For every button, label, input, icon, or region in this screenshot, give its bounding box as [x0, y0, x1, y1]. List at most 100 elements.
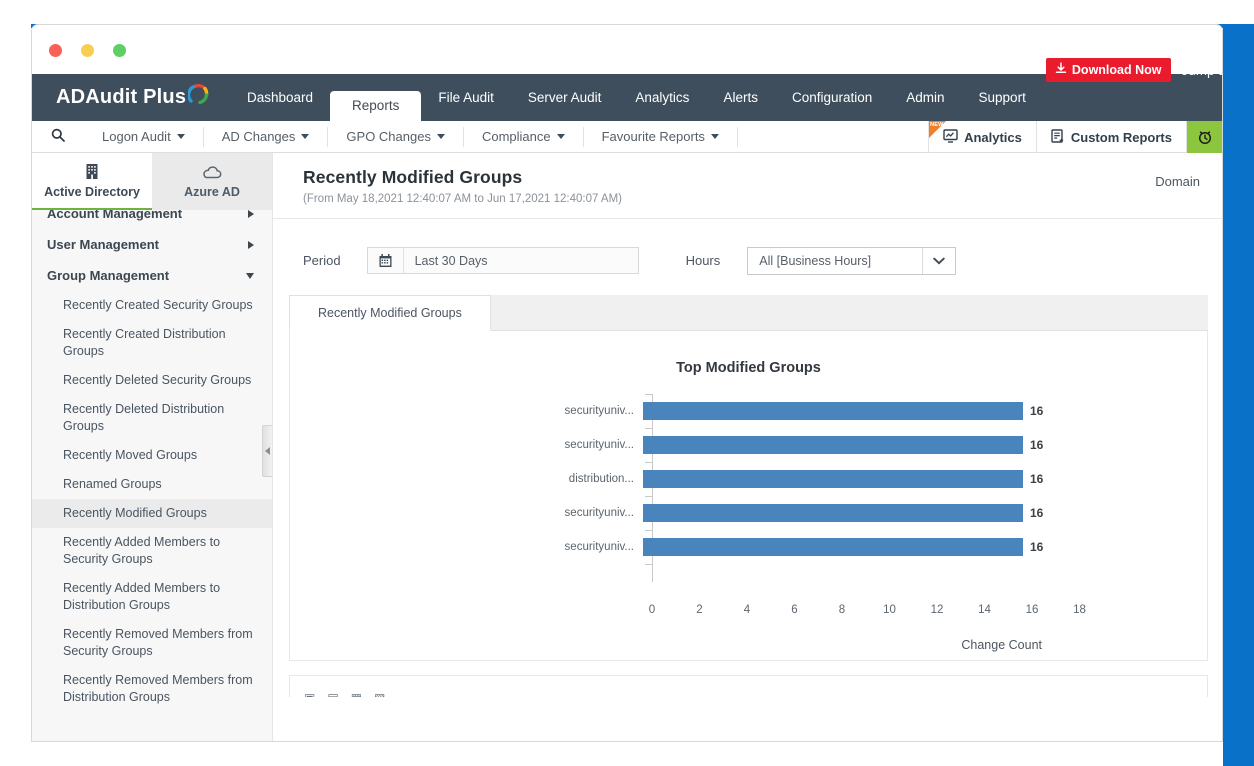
- sidebar-group-group-management-label: Group Management: [47, 268, 169, 283]
- cloud-icon: [201, 165, 223, 183]
- app-logo-text: ADAudit Plus: [56, 86, 186, 108]
- building-icon: [84, 162, 100, 183]
- nav-item-file-audit[interactable]: File Audit: [421, 74, 511, 121]
- custom-report-icon: [1051, 129, 1065, 146]
- sidebar-group-group-management[interactable]: Group Management: [32, 260, 272, 291]
- page-title: Recently Modified Groups: [303, 167, 1222, 188]
- sidebar-item-recently-moved-groups[interactable]: Recently Moved Groups: [32, 441, 272, 470]
- x-axis-tick-label: 4: [744, 604, 750, 616]
- tab-active-directory[interactable]: Active Directory: [32, 153, 152, 210]
- jump-to-link[interactable]: Jump t: [1181, 63, 1222, 78]
- chevron-down-icon: [177, 134, 185, 139]
- schedule-icon[interactable]: ▦: [351, 691, 362, 697]
- domain-selector-label[interactable]: Domain: [1155, 174, 1200, 189]
- custom-reports-button[interactable]: Custom Reports: [1036, 121, 1186, 153]
- bar[interactable]: [643, 504, 1023, 522]
- window-maximize-button[interactable]: [113, 44, 126, 57]
- nav-item-reports[interactable]: Reports: [330, 91, 421, 121]
- sidebar-item-recently-modified-groups[interactable]: Recently Modified Groups: [32, 499, 272, 528]
- bar[interactable]: [643, 402, 1023, 420]
- download-now-button[interactable]: Download Now: [1046, 58, 1172, 82]
- bar-track: 16: [643, 436, 1071, 454]
- window-close-button[interactable]: [49, 44, 62, 57]
- bar-category-label: securityuniv...: [290, 439, 643, 451]
- main-content: Recently Modified Groups (From May 18,20…: [273, 153, 1222, 742]
- sidebar-item-recently-added-members-to-security-groups[interactable]: Recently Added Members to Security Group…: [32, 528, 272, 574]
- sidebar: Active Directory Azure AD Account Manage…: [32, 153, 273, 742]
- bar-value-label: 16: [1030, 472, 1043, 486]
- tab-recently-modified-groups[interactable]: Recently Modified Groups: [289, 295, 491, 331]
- export-icon[interactable]: ▣: [304, 691, 315, 697]
- sidebar-item-renamed-groups[interactable]: Renamed Groups: [32, 470, 272, 499]
- sidebar-item-recently-created-security-groups[interactable]: Recently Created Security Groups: [32, 291, 272, 320]
- bar-value-label: 16: [1030, 540, 1043, 554]
- x-axis-tick-label: 8: [839, 604, 845, 616]
- subnav-item-gpo-changes[interactable]: GPO Changes: [328, 127, 464, 147]
- y-axis-tick: [645, 394, 652, 395]
- bar[interactable]: [643, 436, 1023, 454]
- nav-item-server-audit[interactable]: Server Audit: [511, 74, 619, 121]
- tab-azure-ad[interactable]: Azure AD: [152, 153, 272, 210]
- subnav-item-logon-audit[interactable]: Logon Audit: [84, 127, 204, 147]
- nav-item-configuration[interactable]: Configuration: [775, 74, 889, 121]
- download-icon: [1055, 62, 1067, 77]
- alarm-clock-icon[interactable]: [1186, 121, 1222, 153]
- window-minimize-button[interactable]: [81, 44, 94, 57]
- y-axis-tick: [645, 530, 652, 531]
- bar[interactable]: [643, 538, 1023, 556]
- bar-chart-plot: securityuniv... 16 securityuniv... 16: [290, 394, 1207, 604]
- period-value: Last 30 Days: [404, 248, 638, 273]
- filter-icon[interactable]: ▧: [374, 691, 385, 697]
- sidebar-item-recently-removed-members-from-distribution-groups[interactable]: Recently Removed Members from Distributi…: [32, 666, 272, 712]
- chart-panel: Top Modified Groups securityuniv... 16 s…: [289, 331, 1208, 661]
- sidebar-item-recently-removed-members-from-security-groups[interactable]: Recently Removed Members from Security G…: [32, 620, 272, 666]
- hours-select[interactable]: All [Business Hours]: [747, 247, 956, 275]
- analytics-button[interactable]: NEW Analytics: [928, 121, 1036, 153]
- nav-item-dashboard[interactable]: Dashboard: [230, 74, 330, 121]
- period-input[interactable]: Last 30 Days: [367, 247, 639, 274]
- results-pagination[interactable]: ▬▬▬: [1157, 691, 1193, 697]
- bar-row: securityuniv... 16: [290, 428, 1207, 462]
- x-axis-tick-label: 14: [978, 604, 991, 616]
- logo-swoosh-icon: [188, 83, 210, 105]
- tab-azure-ad-label: Azure AD: [184, 185, 240, 199]
- custom-reports-button-label: Custom Reports: [1071, 130, 1172, 145]
- chevron-down-icon: [301, 134, 309, 139]
- sidebar-collapse-handle[interactable]: [262, 425, 272, 477]
- chevron-down-icon[interactable]: [922, 248, 955, 274]
- hours-label: Hours: [686, 253, 721, 268]
- subnav-logon-audit-label: Logon Audit: [102, 127, 171, 147]
- sidebar-group-user-management[interactable]: User Management: [32, 229, 272, 260]
- bar-track: 16: [643, 470, 1071, 488]
- subnav-item-ad-changes[interactable]: AD Changes: [204, 127, 329, 147]
- x-axis-title: Change Count: [290, 638, 1042, 652]
- sidebar-item-recently-deleted-distribution-groups[interactable]: Recently Deleted Distribution Groups: [32, 395, 272, 441]
- subnav-item-compliance[interactable]: Compliance: [464, 127, 584, 147]
- search-icon[interactable]: [32, 128, 84, 145]
- nav-item-alerts[interactable]: Alerts: [706, 74, 775, 121]
- nav-item-support[interactable]: Support: [962, 74, 1043, 121]
- nav-item-analytics[interactable]: Analytics: [618, 74, 706, 121]
- y-axis-tick: [645, 564, 652, 565]
- print-icon[interactable]: ▤: [327, 691, 338, 697]
- nav-item-admin[interactable]: Admin: [889, 74, 961, 121]
- bar-value-label: 16: [1030, 404, 1043, 418]
- browser-window: ADAudit Plus Dashboard Reports File Audi…: [31, 24, 1223, 742]
- x-axis: 0 2 4 6 8 10 12 14 16 18: [652, 604, 1082, 634]
- chevron-right-icon: [248, 241, 254, 249]
- sidebar-item-recently-added-members-to-distribution-groups[interactable]: Recently Added Members to Distribution G…: [32, 574, 272, 620]
- chart-title: Top Modified Groups: [290, 331, 1207, 376]
- bar-track: 16: [643, 504, 1071, 522]
- results-toolbar-clipped: ▣ ▤ ▦ ▧ ▬▬▬: [289, 675, 1208, 697]
- sidebar-group-account-management[interactable]: Account Management: [32, 210, 272, 229]
- sidebar-item-recently-deleted-security-groups[interactable]: Recently Deleted Security Groups: [32, 366, 272, 395]
- hours-value: All [Business Hours]: [748, 254, 871, 268]
- sidebar-item-recently-created-distribution-groups[interactable]: Recently Created Distribution Groups: [32, 320, 272, 366]
- page-background-right: [1223, 24, 1254, 766]
- report-panel: Recently Modified Groups Top Modified Gr…: [289, 295, 1208, 661]
- app-logo[interactable]: ADAudit Plus: [32, 81, 230, 121]
- bar[interactable]: [643, 470, 1023, 488]
- x-axis-tick-label: 0: [649, 604, 655, 616]
- subnav-item-favourite-reports[interactable]: Favourite Reports: [584, 127, 738, 147]
- chevron-down-icon: [246, 273, 254, 279]
